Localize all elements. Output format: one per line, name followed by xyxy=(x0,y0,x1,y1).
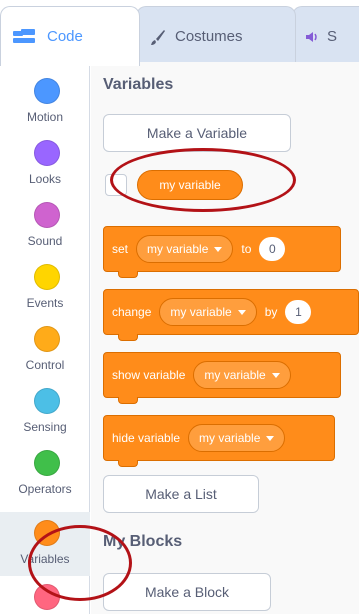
variable-dropdown[interactable]: my variable xyxy=(159,298,257,326)
category-my-blocks[interactable] xyxy=(0,576,90,614)
category-label: Sound xyxy=(27,234,63,248)
category-dot-icon xyxy=(34,450,60,476)
speaker-icon xyxy=(305,30,319,44)
block-notch xyxy=(118,397,138,404)
show-variable-block[interactable]: show variable my variable xyxy=(103,352,341,404)
tab-label: Code xyxy=(47,28,83,45)
tab-label: Costumes xyxy=(175,28,243,45)
make-list-button[interactable]: Make a List xyxy=(103,475,259,513)
value-input[interactable]: 1 xyxy=(285,300,312,324)
category-dot-icon xyxy=(34,388,60,414)
block-label: to xyxy=(241,242,252,256)
brush-icon xyxy=(149,28,167,46)
category-sound[interactable]: Sound xyxy=(0,194,90,258)
category-label: Motion xyxy=(26,110,64,124)
variables-section-title: Variables xyxy=(103,76,174,93)
hide-variable-block[interactable]: hide variable my variable xyxy=(103,415,335,467)
category-dot-icon xyxy=(34,584,60,610)
block-notch xyxy=(118,460,138,467)
category-dot-icon xyxy=(34,520,60,546)
value-input[interactable]: 0 xyxy=(259,237,286,261)
set-variable-block[interactable]: set my variable to 0 xyxy=(103,226,341,278)
variable-dropdown[interactable]: my variable xyxy=(193,361,291,389)
variable-checkbox[interactable] xyxy=(105,174,127,196)
category-label: Looks xyxy=(28,172,62,186)
tab-sounds[interactable]: S xyxy=(292,6,359,66)
dropdown-value: my variable xyxy=(147,242,209,256)
code-icon xyxy=(13,28,39,45)
block-notch xyxy=(118,271,138,278)
category-label: Sensing xyxy=(23,420,67,434)
category-label: Events xyxy=(26,296,64,310)
block-palette: Variables Make a Variable my variable se… xyxy=(91,62,359,614)
variable-dropdown[interactable]: my variable xyxy=(136,235,234,263)
change-variable-block[interactable]: change my variable by 1 xyxy=(103,289,359,341)
block-label: change xyxy=(112,305,152,319)
category-control[interactable]: Control xyxy=(0,318,90,382)
category-dot-icon xyxy=(34,78,60,104)
dropdown-value: my variable xyxy=(199,431,261,445)
caret-down-icon xyxy=(237,309,246,315)
block-notch xyxy=(118,334,138,341)
category-events[interactable]: Events xyxy=(0,256,90,320)
my-variable-reporter[interactable]: my variable xyxy=(137,170,243,200)
make-block-button[interactable]: Make a Block xyxy=(103,573,271,611)
tab-label: S xyxy=(327,28,338,45)
my-blocks-section-title: My Blocks xyxy=(103,533,183,550)
block-label: hide variable xyxy=(112,431,181,445)
category-dot-icon xyxy=(34,326,60,352)
category-label: Variables xyxy=(20,552,70,566)
make-variable-button[interactable]: Make a Variable xyxy=(103,114,291,152)
block-label: show variable xyxy=(112,368,186,382)
block-label: by xyxy=(264,305,278,319)
dropdown-value: my variable xyxy=(204,368,266,382)
category-looks[interactable]: Looks xyxy=(0,132,90,196)
variable-dropdown[interactable]: my variable xyxy=(188,424,286,452)
caret-down-icon xyxy=(214,246,223,252)
tab-code[interactable]: Code xyxy=(0,6,140,66)
category-sensing[interactable]: Sensing xyxy=(0,380,90,444)
dropdown-value: my variable xyxy=(170,305,232,319)
tab-costumes[interactable]: Costumes xyxy=(136,6,296,66)
category-sidebar: Motion Looks Sound Events Control Sensin… xyxy=(0,62,90,614)
category-dot-icon xyxy=(34,140,60,166)
category-operators[interactable]: Operators xyxy=(0,442,90,506)
category-label: Control xyxy=(25,358,65,372)
editor-tab-bar: S Costumes Code xyxy=(0,0,359,70)
block-label: set xyxy=(112,242,129,256)
category-dot-icon xyxy=(34,264,60,290)
caret-down-icon xyxy=(271,372,280,378)
category-dot-icon xyxy=(34,202,60,228)
caret-down-icon xyxy=(266,435,275,441)
category-label: Operators xyxy=(18,482,72,496)
category-variables[interactable]: Variables xyxy=(0,512,90,576)
category-motion[interactable]: Motion xyxy=(0,70,90,134)
